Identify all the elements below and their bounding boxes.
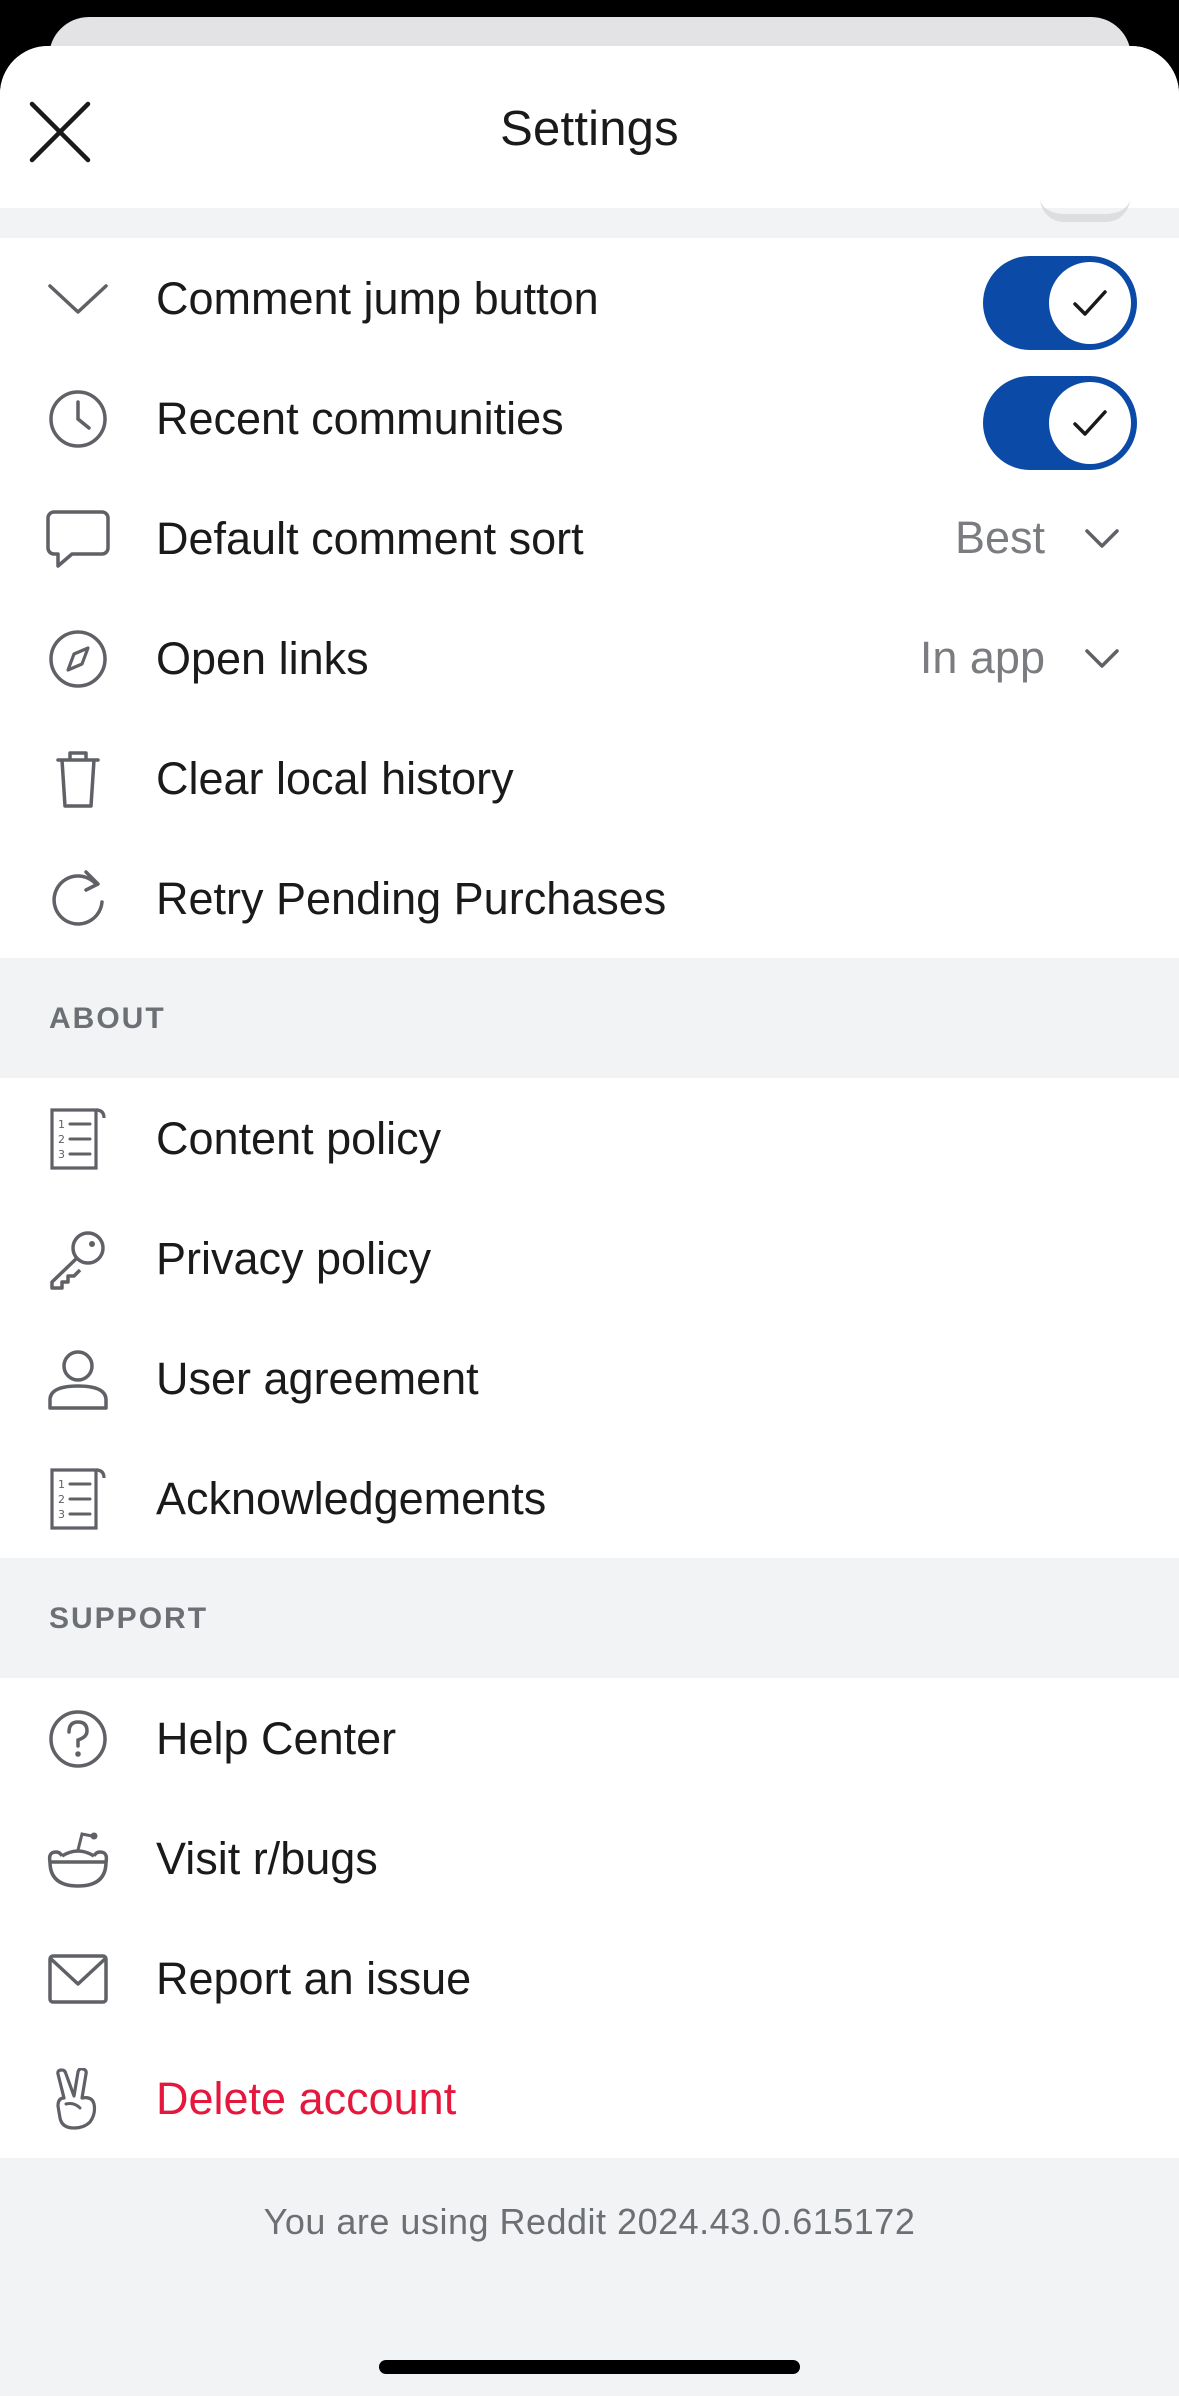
chevron-down-icon — [1083, 639, 1121, 677]
setting-default-comment-sort[interactable]: Default comment sort Best — [0, 478, 1179, 598]
svg-text:2: 2 — [58, 1493, 65, 1506]
support-item-help-center[interactable]: Help Center — [0, 1678, 1179, 1798]
general-settings-section: Comment jump button Recent communities D… — [0, 238, 1179, 958]
numbered-list-icon: 1 2 3 — [44, 1468, 112, 1530]
chevron-down-icon — [1083, 519, 1121, 557]
comment-sort-dropdown[interactable]: Best — [955, 512, 1121, 564]
about-item-user-agreement[interactable]: User agreement — [0, 1318, 1179, 1438]
key-icon — [44, 1228, 112, 1290]
support-item-visit-r-bugs[interactable]: Visit r/bugs — [0, 1798, 1179, 1918]
compass-icon — [44, 628, 112, 690]
about-section-header: ABOUT — [0, 958, 1179, 1078]
support-section: Help Center Visit r/bugs Report an issue… — [0, 1678, 1179, 2158]
settings-header: Settings — [0, 46, 1179, 208]
svg-text:3: 3 — [58, 1508, 65, 1521]
refresh-icon — [44, 868, 112, 930]
open-links-dropdown[interactable]: In app — [920, 632, 1121, 684]
peace-hand-icon — [44, 2068, 112, 2130]
page-title: Settings — [500, 102, 679, 156]
app-version-text: You are using Reddit 2024.43.0.615172 — [263, 2201, 916, 2242]
recent-communities-toggle[interactable] — [983, 376, 1137, 470]
checkmark-icon — [1073, 290, 1107, 316]
chevron-down-icon — [44, 268, 112, 330]
setting-comment-jump-button: Comment jump button — [0, 238, 1179, 358]
support-section-header: SUPPORT — [0, 1558, 1179, 1678]
help-circle-icon — [44, 1708, 112, 1770]
comment-bubble-icon — [44, 508, 112, 570]
support-item-report-issue[interactable]: Report an issue — [0, 1918, 1179, 2038]
settings-sheet: Settings Comment jump button Recent comm… — [0, 46, 1179, 2396]
trash-icon — [44, 748, 112, 810]
setting-open-links[interactable]: Open links In app — [0, 598, 1179, 718]
setting-retry-pending-purchases[interactable]: Retry Pending Purchases — [0, 838, 1179, 958]
checkmark-icon — [1073, 410, 1107, 436]
about-item-content-policy[interactable]: 123 Content policy — [0, 1078, 1179, 1198]
svg-text:3: 3 — [58, 1148, 65, 1161]
about-section: 123 Content policy Privacy policy User a… — [0, 1078, 1179, 1558]
setting-clear-local-history[interactable]: Clear local history — [0, 718, 1179, 838]
about-item-acknowledgements[interactable]: 123 Acknowledgements — [0, 1438, 1179, 1558]
mail-icon — [44, 1948, 112, 2010]
reddit-alien-icon — [44, 1828, 112, 1890]
clock-icon — [44, 388, 112, 450]
setting-recent-communities: Recent communities — [0, 358, 1179, 478]
numbered-list-icon: 1 2 3 — [44, 1108, 112, 1170]
about-item-privacy-policy[interactable]: Privacy policy — [0, 1198, 1179, 1318]
comment-jump-button-toggle[interactable] — [983, 256, 1137, 350]
svg-text:2: 2 — [58, 1133, 65, 1146]
partial-toggle-above — [1040, 198, 1130, 222]
user-icon — [44, 1348, 112, 1410]
svg-text:1: 1 — [58, 1118, 65, 1131]
support-item-delete-account[interactable]: Delete account — [0, 2038, 1179, 2158]
open-links-value: In app — [919, 632, 1045, 683]
comment-sort-value: Best — [954, 512, 1045, 563]
home-indicator[interactable] — [379, 2360, 800, 2374]
svg-text:1: 1 — [58, 1478, 65, 1491]
